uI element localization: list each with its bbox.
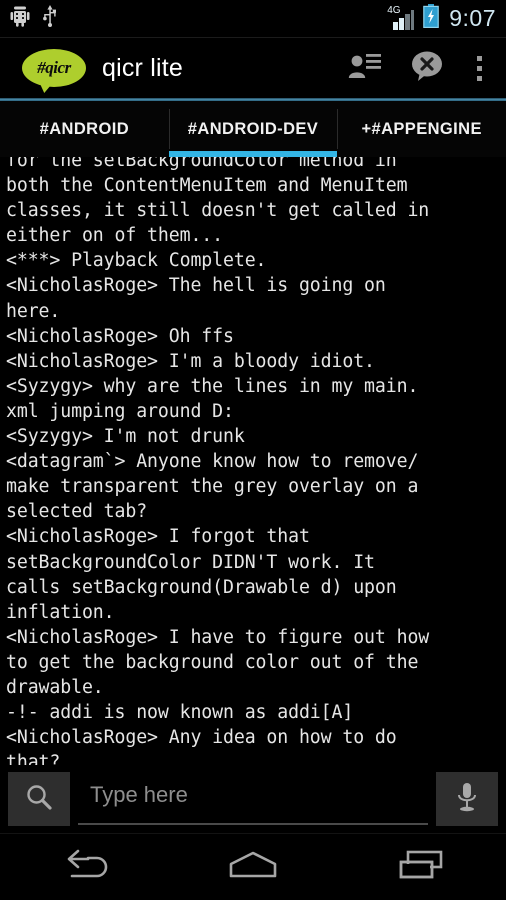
chat-line: calls setBackground(Drawable d) upon [6,576,397,598]
chat-line: for the setBackgroundColor method in [6,157,397,171]
microphone-icon [454,781,480,818]
chat-line: inflation. [6,601,115,623]
chat-line: to get the background color out of the [6,651,419,673]
chat-line: <***> Playback Complete. [6,250,267,272]
status-bar-right-icons: 4G 9:07 [387,4,496,33]
overflow-menu-icon [476,55,482,81]
tab-android-dev[interactable]: #ANDROID-DEV [168,101,338,157]
chat-line: that? [6,752,61,765]
user-list-button[interactable] [334,38,396,98]
search-icon [24,782,54,817]
chat-line: <NicholasRoge> Any idea on how to do [6,727,397,749]
chat-line: <datagram`> Anyone know how to remove/ [6,451,419,473]
status-bar: 4G 9:07 [0,0,506,38]
tab-label: #ANDROID [39,119,130,138]
chat-log-lines: for the setBackgroundColor method in bot… [6,157,500,765]
signal-bars-icon: 4G [387,5,415,31]
phone-screen: 4G 9:07 #qicr qicr lite #ANDROID #ANDROI… [0,0,506,900]
chat-line: classes, it still doesn't get called in [6,200,430,222]
back-button[interactable] [24,834,144,900]
chat-line: <NicholasRoge> Oh ffs [6,325,234,347]
chat-line: <NicholasRoge> I'm a bloody idiot. [6,350,375,372]
action-bar: #qicr qicr lite [0,38,506,98]
action-bar-buttons [334,38,500,98]
tab-label: +#APPENGINE [361,119,482,138]
search-button[interactable] [8,772,70,826]
tab-android[interactable]: #ANDROID [0,101,169,157]
overflow-menu-button[interactable] [458,38,500,98]
chat-line: <NicholasRoge> I have to figure out how [6,626,430,648]
home-icon [225,848,281,887]
chat-line: <Syzygy> I'm not drunk [6,426,245,448]
tab-label: #ANDROID-DEV [187,119,319,138]
usb-icon [42,5,58,32]
overflow-dot [476,65,482,71]
status-bar-left-icons [10,5,58,32]
back-arrow-icon [58,848,110,887]
chat-line: selected tab? [6,501,148,523]
chat-line: <NicholasRoge> I forgot that [6,526,310,548]
close-icon [409,50,445,87]
page-title: qicr lite [102,53,183,82]
logo-bubble: #qicr [22,49,86,87]
chat-line: xml jumping around D: [6,400,234,422]
chat-line: setBackgroundColor DIDN'T work. It [6,551,375,573]
chat-line: both the ContentMenuItem and MenuItem [6,175,408,197]
chat-line: here. [6,300,61,322]
voice-input-button[interactable] [436,772,498,826]
message-input[interactable] [78,773,428,825]
overflow-dot [476,75,482,81]
home-button[interactable] [193,834,313,900]
android-robot-icon [10,5,30,32]
logo-text: #qicr [37,58,71,77]
chat-line: either on of them... [6,225,223,247]
message-input-bar [0,765,506,833]
chat-line: <Syzygy> why are the lines in my main. [6,375,419,397]
chat-log[interactable]: for the setBackgroundColor method in bot… [0,157,506,765]
system-navigation-bar [0,833,506,900]
chat-line: -!- addi is now known as addi[A] [6,702,354,724]
tab-appengine[interactable]: +#APPENGINE [337,101,506,157]
chat-line: <NicholasRoge> The hell is going on [6,275,386,297]
overflow-dot [476,55,482,61]
recent-apps-icon [396,848,448,887]
chat-line: drawable. [6,676,104,698]
recents-button[interactable] [362,834,482,900]
channel-tab-strip: #ANDROID #ANDROID-DEV +#APPENGINE [0,101,506,157]
battery-charging-icon [423,4,440,33]
app-logo: #qicr [22,49,86,94]
status-bar-clock: 9:07 [449,5,496,31]
user-list-icon [348,51,382,86]
close-channel-button[interactable] [396,38,458,98]
chat-line: make transparent the grey overlay on a [6,476,419,498]
